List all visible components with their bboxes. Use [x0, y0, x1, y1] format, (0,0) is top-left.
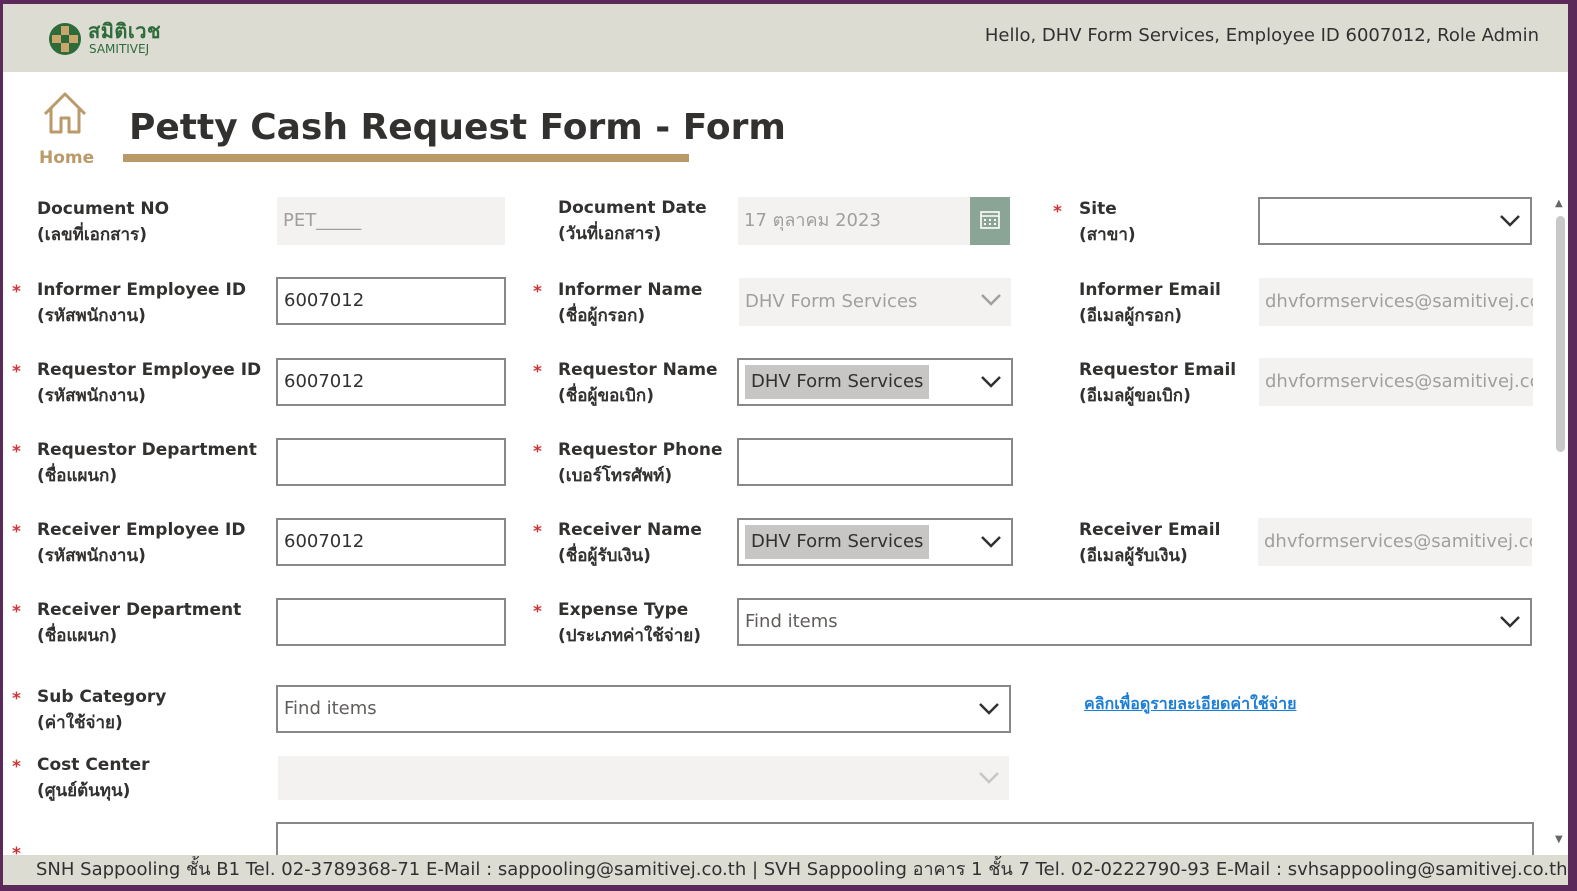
expense-type-combobox[interactable]: Find items [737, 598, 1532, 646]
sub-category-required-mark: * [12, 689, 21, 709]
receiver-email-field: dhvformservices@samitivej.cc [1258, 518, 1532, 566]
document-no-label: Document NO (เลขที่เอกสาร) [37, 199, 170, 245]
informer-name-required-mark: * [533, 282, 542, 302]
document-date-label: Document Date (วันที่เอกสาร) [558, 198, 707, 244]
cost-center-dropdown [278, 756, 1009, 800]
expense-type-placeholder: Find items [745, 611, 838, 632]
receiver-name-dropdown[interactable]: DHV Form Services [737, 518, 1013, 566]
requestor-name-required-mark: * [533, 362, 542, 382]
form-scrollbar[interactable]: ▲ ▼ [1552, 194, 1568, 854]
chevron-down-icon [979, 703, 999, 715]
requestor-employee-id-input[interactable]: 6007012 [276, 358, 506, 406]
receiver-name-required-mark: * [533, 522, 542, 542]
informer-name-label: Informer Name (ชื่อผู้กรอก) [558, 280, 703, 326]
receiver-employee-id-label: Receiver Employee ID (รหัสพนักงาน) [37, 520, 246, 566]
user-greeting: Hello, DHV Form Services, Employee ID 60… [984, 25, 1539, 46]
chevron-down-icon [981, 536, 1001, 548]
home-icon [43, 92, 87, 134]
requestor-email-field: dhvformservices@samitivej.cc [1259, 358, 1533, 406]
hospital-cross-icon [49, 23, 81, 55]
cost-center-label: Cost Center (ศูนย์ต้นทุน) [37, 755, 150, 801]
document-date-field: 17 ตุลาคม 2023 [738, 197, 1010, 245]
informer-email-label: Informer Email (อีเมลผู้กรอก) [1079, 280, 1221, 326]
requestor-name-selected-chip[interactable]: DHV Form Services [745, 365, 930, 399]
receiver-email-label: Receiver Email (อีเมลผู้รับเงิน) [1079, 520, 1221, 566]
requestor-phone-required-mark: * [533, 442, 542, 462]
scroll-up-arrow-icon[interactable]: ▲ [1555, 198, 1563, 209]
requestor-name-label: Requestor Name (ชื่อผู้ขอเบิก) [558, 360, 718, 406]
samitivej-logo: สมิติเวช SAMITIVEJ [48, 20, 178, 60]
receiver-department-input[interactable] [276, 598, 506, 646]
page-title: Petty Cash Request Form - Form [129, 107, 786, 148]
requestor-employee-id-required-mark: * [12, 362, 21, 382]
requestor-phone-label: Requestor Phone (เบอร์โทรศัพท์) [558, 440, 723, 486]
logo-text-thai: สมิติเวช [88, 19, 162, 43]
scroll-thumb[interactable] [1556, 216, 1565, 452]
informer-email-field: dhvformservices@samitivej.cc [1259, 278, 1533, 326]
document-no-field: PET_____ [277, 197, 505, 245]
chevron-down-icon [1500, 616, 1520, 628]
receiver-department-label: Receiver Department (ชื่อแผนก) [37, 600, 242, 646]
document-date-value: 17 ตุลาคม 2023 [744, 210, 881, 231]
informer-employee-id-required-mark: * [12, 282, 21, 302]
chevron-down-icon [979, 772, 999, 784]
requestor-name-dropdown[interactable]: DHV Form Services [737, 358, 1013, 406]
site-required-mark: * [1053, 202, 1062, 222]
calendar-icon [980, 211, 1000, 229]
logo-text-english: SAMITIVEJ [89, 42, 150, 56]
requestor-phone-input[interactable] [737, 438, 1013, 486]
chevron-down-icon [981, 294, 1001, 306]
cost-center-required-mark: * [12, 757, 21, 777]
expense-type-required-mark: * [533, 602, 542, 622]
requestor-employee-id-label: Requestor Employee ID (รหัสพนักงาน) [37, 360, 262, 406]
chevron-down-icon [981, 376, 1001, 388]
site-label: Site (สาขา) [1079, 199, 1136, 245]
requestor-department-input[interactable] [276, 438, 506, 486]
scroll-down-arrow-icon[interactable]: ▼ [1555, 834, 1563, 845]
sub-category-combobox[interactable]: Find items [276, 685, 1011, 733]
receiver-department-required-mark: * [12, 602, 21, 622]
receiver-name-selected-chip[interactable]: DHV Form Services [745, 525, 930, 559]
receiver-employee-id-required-mark: * [12, 522, 21, 542]
chevron-down-icon [1500, 215, 1520, 227]
requestor-department-required-mark: * [12, 442, 21, 462]
home-label[interactable]: Home [39, 148, 94, 168]
footer-contact-bar: SNH Sappooling ชั้น B1 Tel. 02-3789368-7… [3, 855, 1568, 885]
sub-category-placeholder: Find items [284, 698, 377, 719]
site-dropdown[interactable] [1258, 197, 1532, 245]
calendar-button[interactable] [970, 197, 1010, 245]
top-bar: สมิติเวช SAMITIVEJ Hello, DHV Form Servi… [3, 4, 1568, 72]
sub-category-label: Sub Category (ค่าใช้จ่าย) [37, 687, 167, 733]
receiver-name-label: Receiver Name (ชื่อผู้รับเงิน) [558, 520, 702, 566]
informer-employee-id-input[interactable]: 6007012 [276, 277, 506, 325]
informer-name-value: DHV Form Services [745, 291, 918, 312]
receiver-employee-id-input[interactable]: 6007012 [276, 518, 506, 566]
expense-type-label: Expense Type (ประเภทค่าใช้จ่าย) [558, 600, 702, 646]
requestor-department-label: Requestor Department (ชื่อแผนก) [37, 440, 257, 486]
requestor-email-label: Requestor Email (อีเมลผู้ขอเบิก) [1079, 360, 1237, 406]
title-underline [123, 154, 689, 162]
informer-employee-id-label: Informer Employee ID (รหัสพนักงาน) [37, 280, 246, 326]
app-window: สมิติเวช SAMITIVEJ Hello, DHV Form Servi… [3, 4, 1568, 885]
expense-detail-link[interactable]: คลิกเพื่อดูรายละเอียดค่าใช้จ่าย [1084, 692, 1297, 717]
informer-name-dropdown: DHV Form Services [739, 278, 1011, 326]
